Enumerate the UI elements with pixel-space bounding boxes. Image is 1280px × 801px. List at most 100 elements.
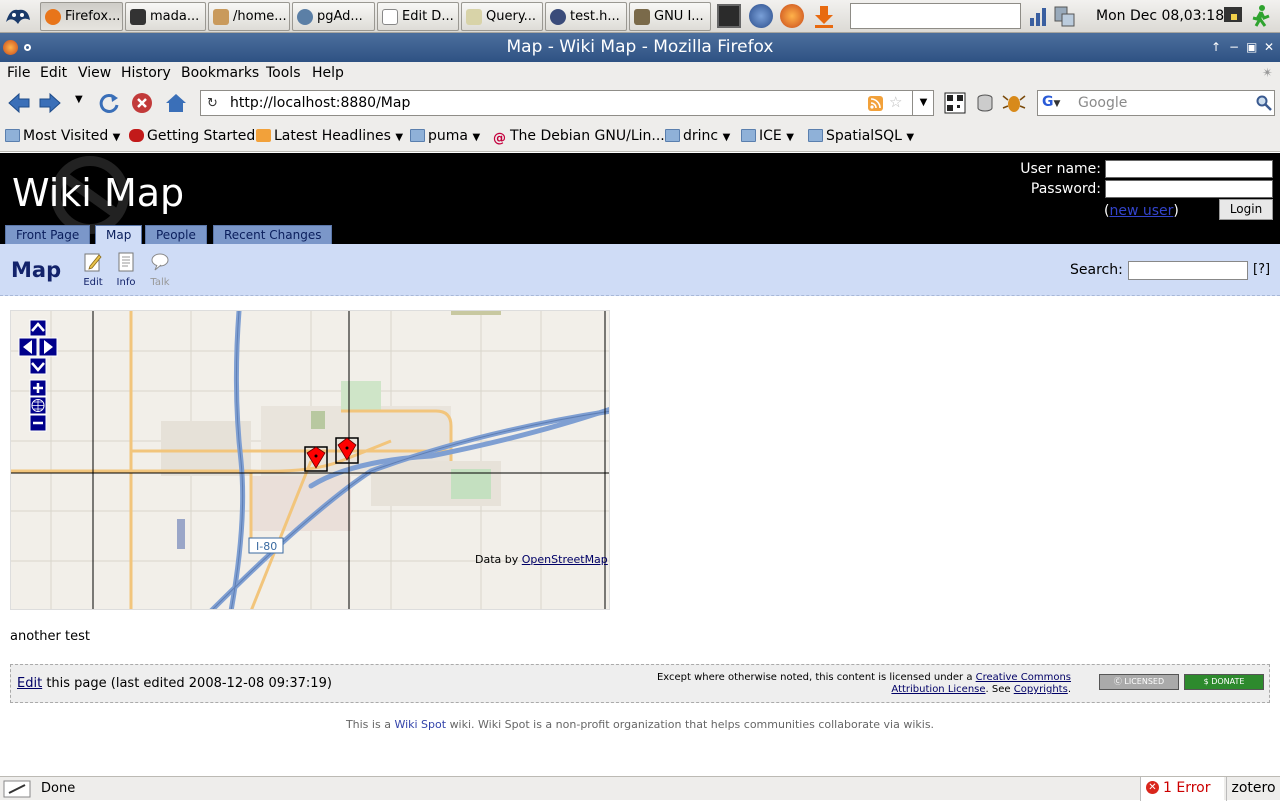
info-page-icon [118, 252, 134, 272]
password-input[interactable] [1105, 180, 1273, 198]
cc-licensed-badge[interactable]: Ⓒ LICENSED [1099, 674, 1179, 690]
talk-action[interactable]: Talk [140, 252, 180, 288]
wikispot-link[interactable]: Wiki Spot [394, 718, 446, 731]
clock[interactable]: Mon Dec 08,03:18 [1096, 0, 1224, 33]
taskbar-item-label: mada... [150, 9, 200, 24]
donate-badge[interactable]: $ DONATE [1184, 674, 1264, 690]
taskbar-item-firefox[interactable]: Firefox... [40, 2, 123, 31]
zotero-button[interactable]: zotero [1226, 777, 1280, 801]
error-console-indicator[interactable]: ✕ 1 Error [1140, 777, 1224, 801]
copyrights-link[interactable]: Copyrights [1014, 684, 1068, 695]
pan-right-icon[interactable] [38, 337, 58, 357]
bookmark-ice[interactable]: ICE ▼ [741, 128, 794, 144]
search-help-link[interactable]: [?] [1253, 262, 1270, 277]
bookmark-label: Most Visited [23, 128, 109, 144]
taskbar-item-pgadmin[interactable]: pgAd... [292, 2, 375, 31]
forward-arrow-icon[interactable] [38, 92, 62, 114]
window-shade-icon[interactable]: ↑ [1211, 40, 1221, 54]
network-icon[interactable] [1052, 4, 1076, 28]
desktop-menu-icon[interactable] [2, 2, 34, 31]
new-user-link-wrapper: (new user) [1104, 203, 1179, 219]
gimp-icon [634, 9, 650, 25]
tab-recent-changes[interactable]: Recent Changes [213, 225, 333, 244]
google-search-box[interactable]: G▼ Google [1037, 90, 1275, 116]
zoom-in-icon[interactable] [29, 379, 47, 397]
new-user-link[interactable]: new user [1109, 203, 1173, 219]
url-dropdown-icon[interactable]: ▼ [912, 90, 934, 116]
menu-file[interactable]: File [7, 65, 30, 81]
qr-code-icon[interactable] [943, 92, 967, 114]
rss-feed-icon[interactable] [868, 96, 883, 111]
tab-people[interactable]: People [145, 225, 207, 244]
menu-view[interactable]: View [78, 65, 111, 81]
web-browser-launcher-icon[interactable] [749, 4, 773, 28]
history-dropdown-icon[interactable]: ▼ [75, 94, 83, 105]
stop-icon[interactable] [130, 92, 154, 114]
pan-left-icon[interactable] [18, 337, 38, 357]
bookmark-star-icon[interactable]: ☆ [889, 93, 902, 111]
menu-history[interactable]: History [121, 65, 171, 81]
window-close-icon[interactable]: ✕ [1264, 40, 1274, 54]
menu-help[interactable]: Help [312, 65, 344, 81]
terminal-launcher-icon[interactable] [717, 4, 741, 28]
bookmark-latest-headlines[interactable]: Latest Headlines ▼ [256, 128, 403, 144]
firefox-launcher-icon[interactable] [780, 4, 804, 28]
zoom-out-icon[interactable] [29, 414, 47, 432]
page-title[interactable]: Map [11, 258, 61, 282]
taskbar-item-file-manager[interactable]: /home... [208, 2, 290, 31]
home-icon[interactable] [164, 92, 188, 114]
taskbar-search-input[interactable] [850, 3, 1021, 29]
taskbar-item-browser[interactable]: test.h... [545, 2, 627, 31]
lock-screen-icon[interactable] [1221, 4, 1245, 28]
login-button[interactable]: Login [1219, 199, 1273, 220]
logout-icon[interactable] [1249, 4, 1273, 28]
attribution-prefix: Data by [475, 553, 519, 566]
zoom-world-icon[interactable] [29, 396, 47, 415]
footer-edit-link[interactable]: Edit [17, 676, 42, 691]
firebug-icon[interactable] [1002, 92, 1026, 114]
menu-bookmarks[interactable]: Bookmarks [181, 65, 259, 81]
query-tool-icon [466, 9, 482, 25]
security-status-icon[interactable] [3, 780, 31, 798]
openstreetmap-link[interactable]: OpenStreetMap [522, 553, 608, 566]
window-maximize-icon[interactable]: ▣ [1246, 40, 1257, 54]
taskbar-item-label: Firefox... [65, 9, 121, 24]
bookmark-most-visited[interactable]: Most Visited ▼ [5, 128, 120, 144]
username-input[interactable] [1105, 160, 1273, 178]
window-title-bar[interactable]: Map - Wiki Map - Mozilla Firefox ↑ − ▣ ✕ [0, 33, 1280, 62]
bookmark-drinc[interactable]: drinc ▼ [665, 128, 730, 144]
pan-up-icon[interactable] [29, 319, 47, 337]
system-monitor-icon[interactable] [1027, 4, 1051, 28]
bookmark-label: SpatialSQL [826, 128, 902, 144]
tab-map[interactable]: Map [95, 225, 143, 245]
taskbar-item-query[interactable]: Query... [461, 2, 543, 31]
license-prefix: Except where otherwise noted, this conte… [656, 672, 973, 683]
google-engine-icon[interactable]: G▼ [1042, 94, 1074, 113]
chevron-down-icon: ▼ [112, 132, 121, 143]
bookmark-debian[interactable]: @ The Debian GNU/Lin... [492, 128, 665, 145]
taskbar-item-terminal[interactable]: mada... [125, 2, 206, 31]
reload-icon[interactable] [97, 92, 121, 114]
taskbar-item-gimp[interactable]: GNU I... [629, 2, 711, 31]
menu-tools[interactable]: Tools [266, 65, 301, 81]
search-placeholder[interactable]: Google [1078, 95, 1127, 111]
license-notice: Except where otherwise noted, this conte… [656, 672, 1071, 695]
url-input[interactable]: http://localhost:8880/Map [230, 95, 410, 111]
site-title[interactable]: Wiki Map [12, 171, 184, 215]
database-icon[interactable] [973, 92, 997, 114]
tab-front-page[interactable]: Front Page [5, 225, 91, 244]
pan-down-icon[interactable] [29, 357, 47, 375]
bookmark-puma[interactable]: puma ▼ [410, 128, 480, 144]
url-bar[interactable]: ↻ http://localhost:8880/Map ☆ ▼ [200, 90, 934, 116]
taskbar-item-editor[interactable]: Edit D... [377, 2, 459, 31]
window-minimize-icon[interactable]: − [1229, 40, 1239, 54]
bookmark-spatialsql[interactable]: SpatialSQL ▼ [808, 128, 914, 144]
back-arrow-icon[interactable] [7, 92, 31, 114]
download-icon[interactable] [812, 4, 836, 28]
wiki-search-input[interactable] [1128, 261, 1248, 280]
search-icon[interactable] [1256, 95, 1272, 111]
badge-label: DONATE [1211, 677, 1245, 686]
menu-edit[interactable]: Edit [40, 65, 67, 81]
bookmark-getting-started[interactable]: Getting Started [129, 128, 255, 144]
map-view[interactable]: I-80 Data by OpenStreetMap [10, 310, 610, 610]
